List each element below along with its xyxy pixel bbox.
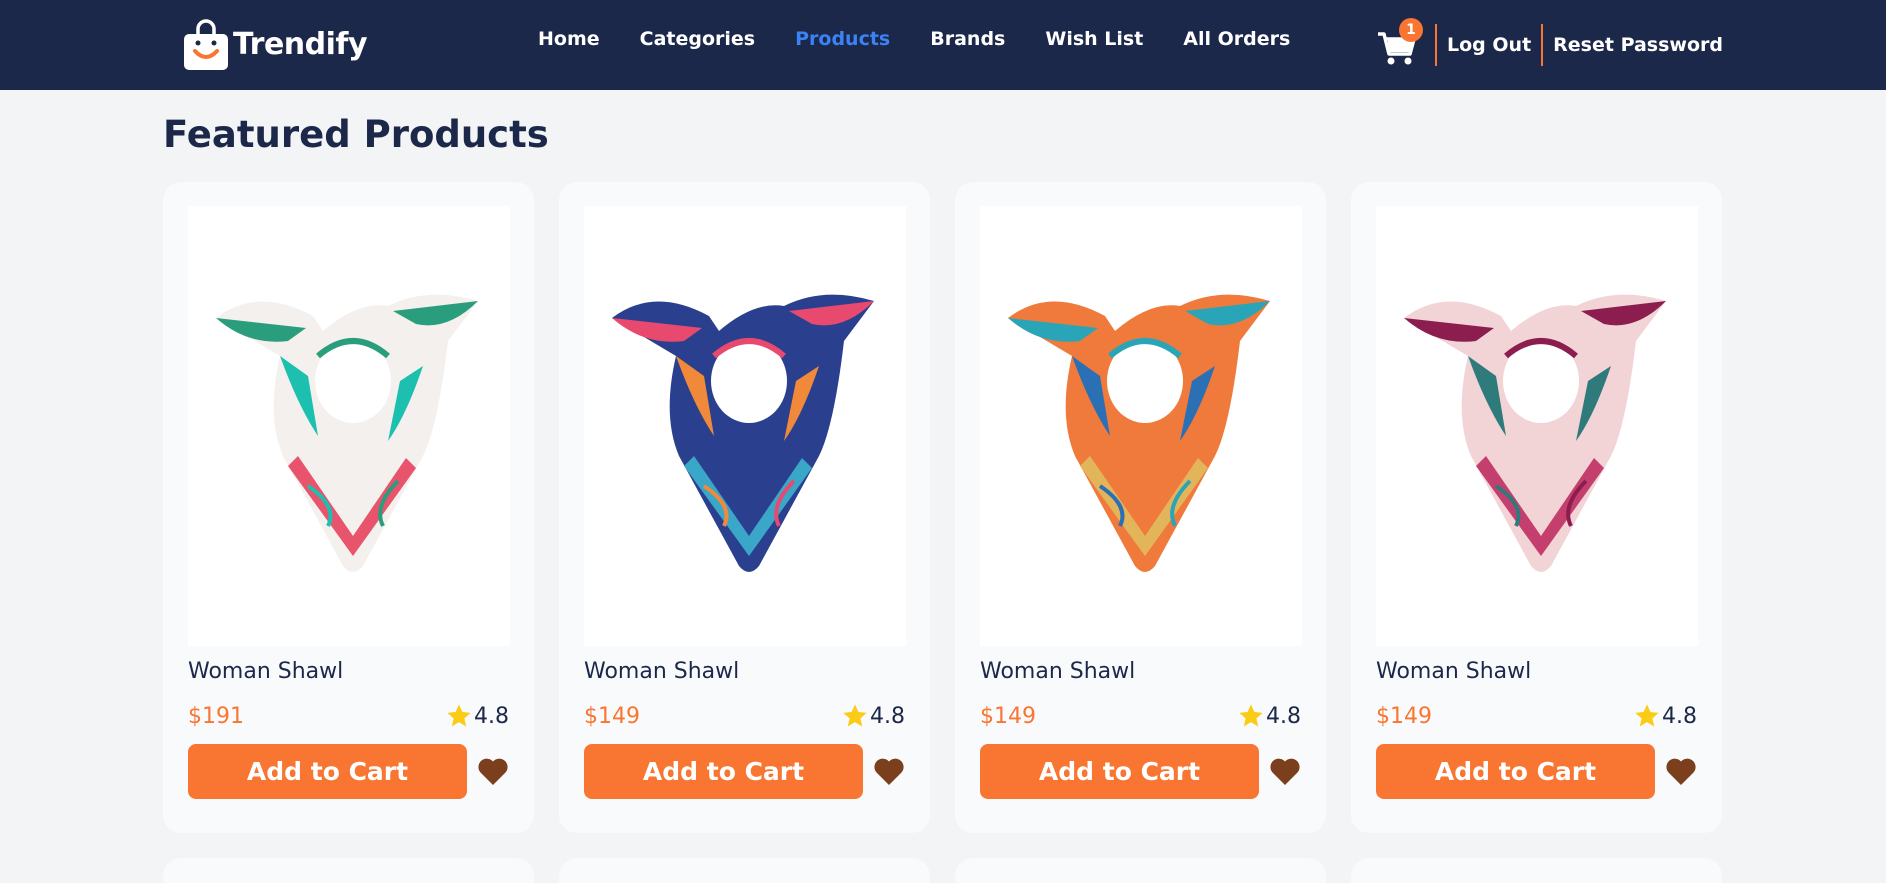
rating-value: 4.8	[870, 703, 905, 729]
product-price: $191	[188, 704, 244, 729]
shawl-image	[1008, 294, 1270, 572]
cart-count-badge: 1	[1399, 18, 1424, 42]
product-card[interactable]: Woman Shawl $191 4.8 Add to Cart	[163, 182, 534, 833]
rating-value: 4.8	[474, 703, 509, 729]
product-card	[955, 858, 1326, 883]
shawl-image	[1404, 294, 1666, 572]
brand-name: Trendify	[233, 26, 368, 62]
product-card	[1351, 858, 1722, 883]
shawl-image	[216, 294, 478, 572]
nav-link-wish-list[interactable]: Wish List	[1045, 28, 1143, 50]
cart-button[interactable]: 1	[1377, 18, 1424, 66]
product-rating: 4.8	[1237, 702, 1301, 730]
product-name[interactable]: Woman Shawl	[980, 659, 1135, 684]
rating-value: 4.8	[1662, 703, 1697, 729]
product-image[interactable]	[1376, 206, 1698, 646]
main-nav: Home Categories Products Brands Wish Lis…	[538, 28, 1330, 50]
product-card[interactable]: Woman Shawl $149 4.8 Add to Cart	[955, 182, 1326, 833]
nav-actions: 1 Log Out Reset Password	[1377, 18, 1723, 70]
product-card	[163, 858, 534, 883]
star-icon	[1635, 704, 1659, 727]
nav-link-brands[interactable]: Brands	[930, 28, 1005, 50]
add-to-cart-button[interactable]: Add to Cart	[980, 744, 1259, 799]
shawl-image	[612, 294, 874, 572]
heart-icon[interactable]	[477, 756, 509, 786]
brand-logo[interactable]: Trendify	[183, 17, 368, 71]
product-image[interactable]	[188, 206, 510, 646]
product-rating: 4.8	[1633, 702, 1697, 730]
star-icon	[1239, 704, 1263, 727]
heart-icon[interactable]	[1665, 756, 1697, 786]
product-rating: 4.8	[445, 702, 509, 730]
add-to-cart-button[interactable]: Add to Cart	[584, 744, 863, 799]
logout-link[interactable]: Log Out	[1447, 34, 1531, 56]
nav-link-products[interactable]: Products	[795, 28, 890, 50]
nav-separator	[1541, 24, 1544, 66]
heart-icon[interactable]	[1269, 756, 1301, 786]
product-card	[559, 858, 930, 883]
nav-link-all-orders[interactable]: All Orders	[1183, 28, 1290, 50]
add-to-cart-button[interactable]: Add to Cart	[1376, 744, 1655, 799]
heart-icon[interactable]	[873, 756, 905, 786]
product-name[interactable]: Woman Shawl	[188, 659, 343, 684]
product-card[interactable]: Woman Shawl $149 4.8 Add to Cart	[1351, 182, 1722, 833]
product-image[interactable]	[584, 206, 906, 646]
product-name[interactable]: Woman Shawl	[1376, 659, 1531, 684]
star-icon	[843, 704, 867, 727]
add-to-cart-button[interactable]: Add to Cart	[188, 744, 467, 799]
nav-link-home[interactable]: Home	[538, 28, 600, 50]
reset-password-link[interactable]: Reset Password	[1553, 34, 1723, 56]
product-rating: 4.8	[841, 702, 905, 730]
nav-link-categories[interactable]: Categories	[640, 28, 755, 50]
shopping-bag-logo-icon	[184, 19, 228, 70]
product-price: $149	[584, 704, 640, 729]
star-icon	[447, 704, 471, 727]
rating-value: 4.8	[1266, 703, 1301, 729]
top-navbar: Trendify Home Categories Products Brands…	[0, 0, 1886, 90]
product-price: $149	[980, 704, 1036, 729]
product-image[interactable]	[980, 206, 1302, 646]
product-card[interactable]: Woman Shawl $149 4.8 Add to Cart	[559, 182, 930, 833]
product-name[interactable]: Woman Shawl	[584, 659, 739, 684]
page-title: Featured Products	[163, 113, 549, 156]
nav-separator	[1435, 24, 1438, 66]
product-price: $149	[1376, 704, 1432, 729]
